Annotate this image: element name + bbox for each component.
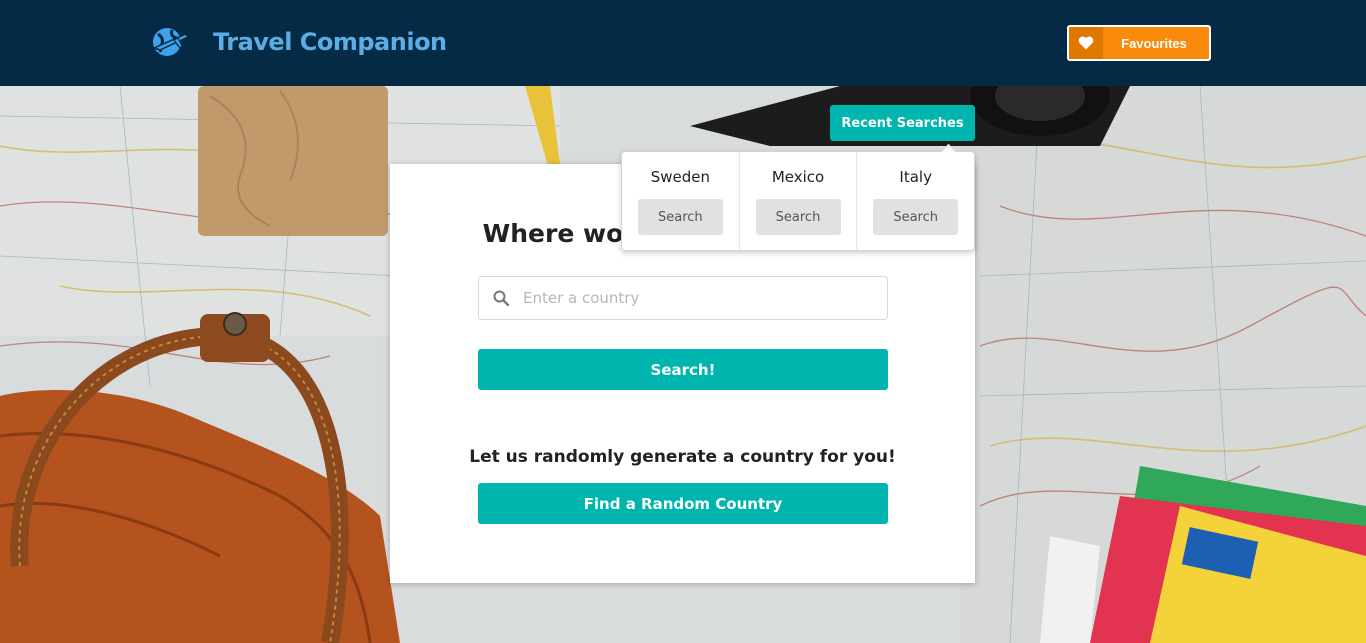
favourites-button[interactable]: Favourites xyxy=(1067,25,1211,61)
recent-search-button[interactable]: Search xyxy=(873,199,959,235)
globe-plane-icon xyxy=(150,22,190,62)
recent-country-name: Mexico xyxy=(771,168,825,186)
random-country-prompt: Let us randomly generate a country for y… xyxy=(469,447,896,467)
recent-item: Mexico Search xyxy=(740,152,858,250)
recent-country-name: Italy xyxy=(899,168,932,186)
recent-searches-popup: Sweden Search Mexico Search Italy Search xyxy=(621,151,975,251)
find-random-country-button[interactable]: Find a Random Country xyxy=(478,483,888,524)
country-search-field[interactable] xyxy=(478,276,888,320)
top-navbar: Travel Companion Favourites xyxy=(0,0,1366,86)
recent-item: Italy Search xyxy=(857,152,974,250)
recent-searches-button[interactable]: Recent Searches xyxy=(830,105,975,141)
search-icon xyxy=(479,277,523,319)
brand[interactable]: Travel Companion xyxy=(150,22,447,62)
brand-title: Travel Companion xyxy=(213,28,447,56)
recent-country-name: Sweden xyxy=(650,168,710,186)
recent-item: Sweden Search xyxy=(622,152,740,250)
recent-search-button[interactable]: Search xyxy=(637,199,723,235)
recent-search-button[interactable]: Search xyxy=(755,199,841,235)
search-button[interactable]: Search! xyxy=(478,349,888,390)
country-search-input[interactable] xyxy=(523,278,887,318)
heart-icon xyxy=(1069,27,1103,59)
favourites-label: Favourites xyxy=(1121,35,1187,51)
